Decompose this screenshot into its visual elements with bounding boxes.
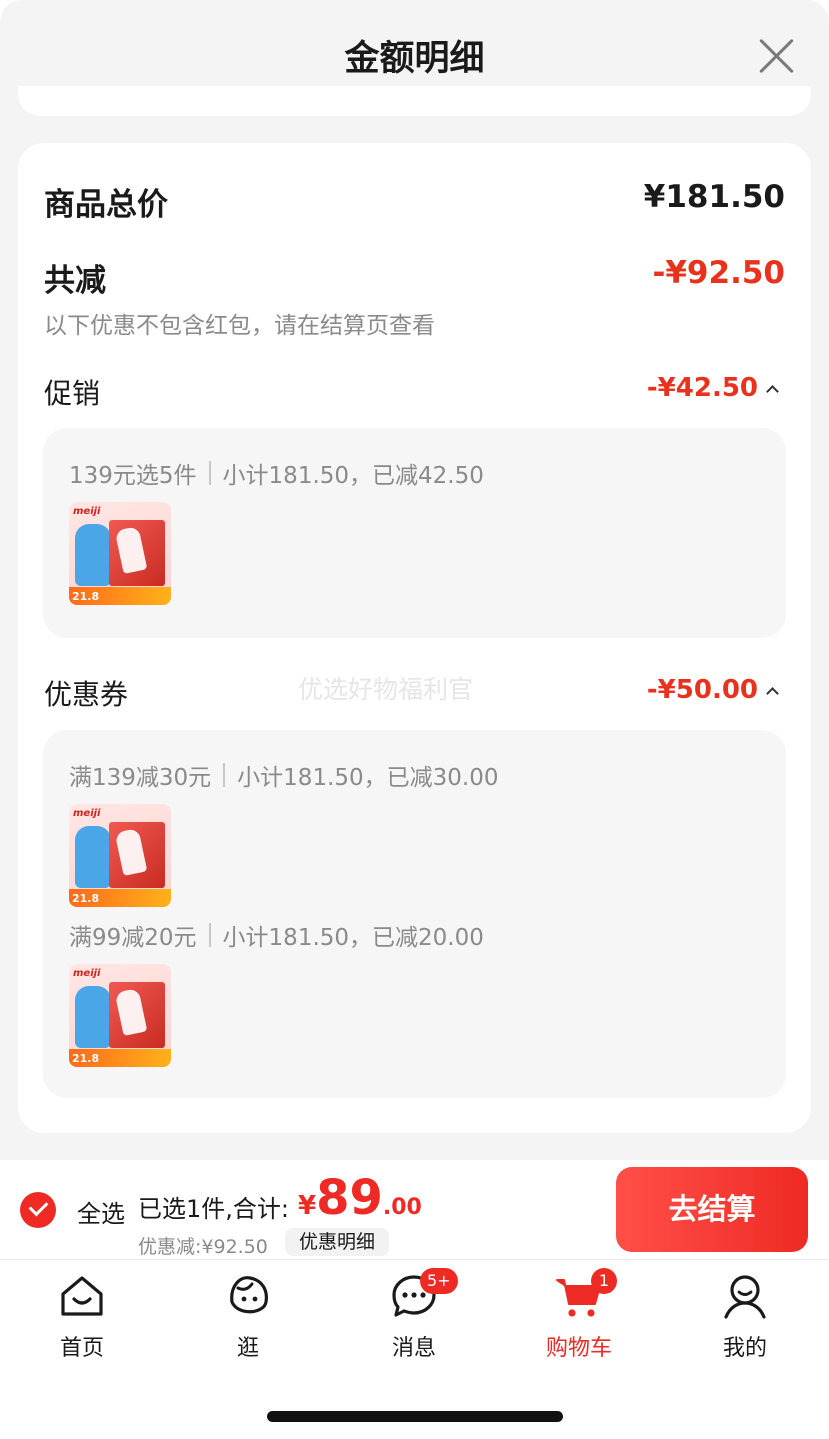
total-price-label: 商品总价 xyxy=(44,187,168,223)
explore-icon xyxy=(230,1276,268,1314)
close-icon[interactable] xyxy=(756,36,796,76)
promotion-title: 促销 xyxy=(44,377,101,410)
total-reduced-value: -¥92.50 xyxy=(652,255,786,291)
amount-integer: 89 xyxy=(316,1170,383,1226)
home-icon xyxy=(61,1276,103,1316)
discount-amount-text: 优惠减:¥92.50 xyxy=(138,1236,268,1258)
selected-count-text: 已选1件,合计: xyxy=(138,1195,289,1223)
currency-symbol: ¥ xyxy=(298,1191,317,1221)
brand-logo: meiji xyxy=(73,808,101,819)
discount-note: 以下优惠不包含红包，请在结算页查看 xyxy=(44,313,435,339)
promotion-toggle[interactable]: -¥42.50 xyxy=(646,373,779,403)
coupon-detail-box: 满139减30元 小计181.50，已减30.00 meiji 21.8 满99… xyxy=(43,730,786,1098)
profile-icon xyxy=(724,1275,766,1319)
total-reduced-label: 共减 xyxy=(44,263,106,299)
product-price-tag: 21.8 xyxy=(72,1052,100,1065)
coupon-toggle[interactable]: -¥50.00 xyxy=(646,675,779,705)
total-price-value: ¥181.50 xyxy=(643,179,785,215)
sheet-title: 金额明细 xyxy=(344,39,485,79)
promotion-rule-row: 139元选5件 小计181.50，已减42.50 xyxy=(69,456,484,490)
discount-detail-button[interactable]: 优惠明细 xyxy=(285,1228,390,1256)
promotion-value: -¥42.50 xyxy=(646,373,758,403)
product-thumbnail[interactable]: meiji 21.8 xyxy=(69,502,171,605)
product-price-tag: 21.8 xyxy=(72,590,100,603)
brand-logo: meiji xyxy=(73,968,101,979)
coupon-rule-subtotal: 小计181.50，已减30.00 xyxy=(237,765,499,791)
amount-card: 商品总价 ¥181.50 共减 -¥92.50 以下优惠不包含红包，请在结算页查… xyxy=(18,143,811,1133)
chevron-up-icon xyxy=(766,686,779,700)
cart-badge: 1 xyxy=(591,1268,617,1294)
tab-home[interactable]: 首页 xyxy=(22,1270,142,1370)
total-amount: ¥89.00 xyxy=(298,1170,422,1226)
home-indicator xyxy=(267,1411,563,1422)
divider xyxy=(208,461,211,485)
coupon-rule-row: 满139减30元 小计181.50，已减30.00 xyxy=(69,758,499,792)
coupon-title: 优惠券 xyxy=(44,678,129,711)
divider xyxy=(223,763,226,787)
divider xyxy=(208,923,211,947)
promotion-detail-box: 139元选5件 小计181.50，已减42.50 meiji 21.8 xyxy=(43,428,786,638)
amount-decimal: .00 xyxy=(382,1195,422,1220)
checkout-bar: 全选 已选1件,合计: ¥89.00 优惠减:¥92.50 优惠明细 去结算 xyxy=(0,1160,829,1260)
previous-card-edge xyxy=(18,86,811,116)
tab-label: 消息 xyxy=(391,1336,436,1361)
chevron-up-icon xyxy=(766,384,779,398)
select-all-checkbox[interactable] xyxy=(20,1192,56,1228)
coupon-rule-subtotal: 小计181.50，已减20.00 xyxy=(222,925,484,951)
tab-label: 首页 xyxy=(59,1336,104,1361)
coupon-rule-row: 满99减20元 小计181.50，已减20.00 xyxy=(69,918,484,952)
tab-label: 购物车 xyxy=(545,1336,612,1361)
promotion-rule-text: 139元选5件 xyxy=(69,463,197,489)
product-thumbnail[interactable]: meiji 21.8 xyxy=(69,804,171,907)
watermark: 优选好物福利官 xyxy=(298,675,474,704)
tab-profile[interactable]: 我的 xyxy=(685,1270,805,1370)
message-badge: 5+ xyxy=(420,1268,458,1294)
promotion-rule-subtotal: 小计181.50，已减42.50 xyxy=(222,463,484,489)
tab-messages[interactable]: 5+ 消息 xyxy=(354,1268,474,1370)
product-price-tag: 21.8 xyxy=(72,892,100,905)
tab-cart[interactable]: 1 购物车 xyxy=(519,1268,639,1370)
brand-logo: meiji xyxy=(73,506,101,517)
coupon-rule-text: 满99减20元 xyxy=(69,925,197,951)
coupon-value: -¥50.00 xyxy=(646,675,758,705)
tab-label: 逛 xyxy=(236,1336,259,1361)
tab-explore[interactable]: 逛 xyxy=(188,1270,308,1370)
tab-label: 我的 xyxy=(722,1336,767,1361)
product-thumbnail[interactable]: meiji 21.8 xyxy=(69,964,171,1067)
select-all-label[interactable]: 全选 xyxy=(77,1194,125,1229)
coupon-rule-text: 满139减30元 xyxy=(69,765,212,791)
checkout-button[interactable]: 去结算 xyxy=(616,1167,808,1252)
